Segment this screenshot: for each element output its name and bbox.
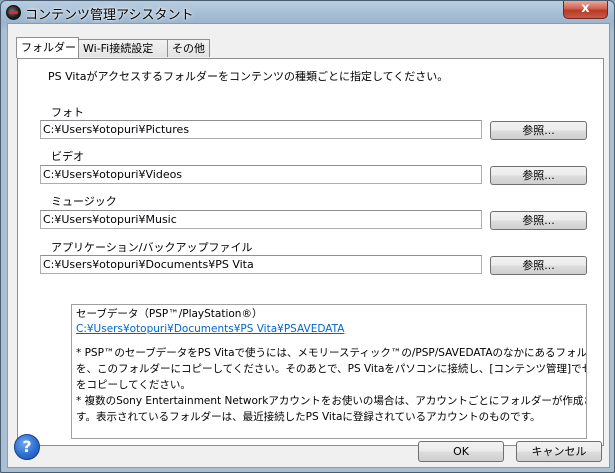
application-path-field[interactable]: C:¥Users¥otopuri¥Documents¥PS Vita (40, 255, 482, 274)
app-icon (6, 5, 21, 20)
intro-text: PS Vitaがアクセスするフォルダーをコンテンツの種類ごとに指定してください。 (48, 70, 449, 83)
help-icon[interactable]: ? (14, 434, 40, 460)
window-title: コンテンツ管理アシスタント (25, 8, 194, 23)
title-bar[interactable]: コンテンツ管理アシスタント x (1, 1, 614, 23)
tab-panel-folders: PS Vitaがアクセスするフォルダーをコンテンツの種類ごとに指定してください。… (17, 58, 604, 446)
tab-other[interactable]: その他 (167, 39, 210, 57)
tab-wifi-settings[interactable]: Wi-Fi接続設定 (78, 39, 168, 57)
savedata-folder-link[interactable]: C:¥Users¥otopuri¥Documents¥PS Vita¥PSAVE… (76, 321, 344, 337)
photo-browse-button[interactable]: 参照... (490, 121, 587, 140)
savedata-note-line: す。表示されているフォルダーは、最近接続したPS Vitaに登録されているアカウ… (76, 411, 541, 423)
application-browse-button[interactable]: 参照... (490, 256, 587, 275)
video-label: ビデオ (51, 150, 84, 163)
photo-path-field[interactable]: C:¥Users¥otopuri¥Pictures (40, 120, 482, 139)
savedata-note-line: を、このフォルダーにコピーしてください。そのあとで、PS Vitaをパソコンに接… (76, 363, 586, 375)
savedata-note-line: * 複数のSony Entertainment Networkアカウントをお使い… (76, 395, 587, 407)
ok-button[interactable]: OK (418, 441, 504, 462)
savedata-note-line: * PSP™のセーブデータをPS Vitaで使うには、メモリースティック™の/P… (76, 347, 587, 359)
savedata-note-line: をコピーしてください。 (76, 379, 191, 391)
savedata-heading: セーブデータ（PSP™/PlayStation®） (76, 308, 263, 320)
video-browse-button[interactable]: 参照... (490, 166, 587, 185)
music-path-field[interactable]: C:¥Users¥otopuri¥Music (40, 210, 482, 229)
savedata-info-box: セーブデータ（PSP™/PlayStation®） C:¥Users¥otopu… (71, 304, 587, 439)
photo-label: フォト (51, 106, 84, 119)
dialog-client: フォルダー Wi-Fi接続設定 その他 PS Vitaがアクセスするフォルダーを… (7, 23, 610, 468)
tab-folders[interactable]: フォルダー (16, 37, 79, 58)
close-button[interactable]: x (563, 1, 608, 19)
application-label: アプリケーション/バックアップファイル (51, 241, 253, 254)
music-label: ミュージック (51, 195, 117, 208)
dialog-window: コンテンツ管理アシスタント x フォルダー Wi-Fi接続設定 その他 PS V… (0, 0, 615, 473)
cancel-button[interactable]: キャンセル (516, 441, 602, 462)
video-path-field[interactable]: C:¥Users¥otopuri¥Videos (40, 165, 482, 184)
music-browse-button[interactable]: 参照... (490, 211, 587, 230)
